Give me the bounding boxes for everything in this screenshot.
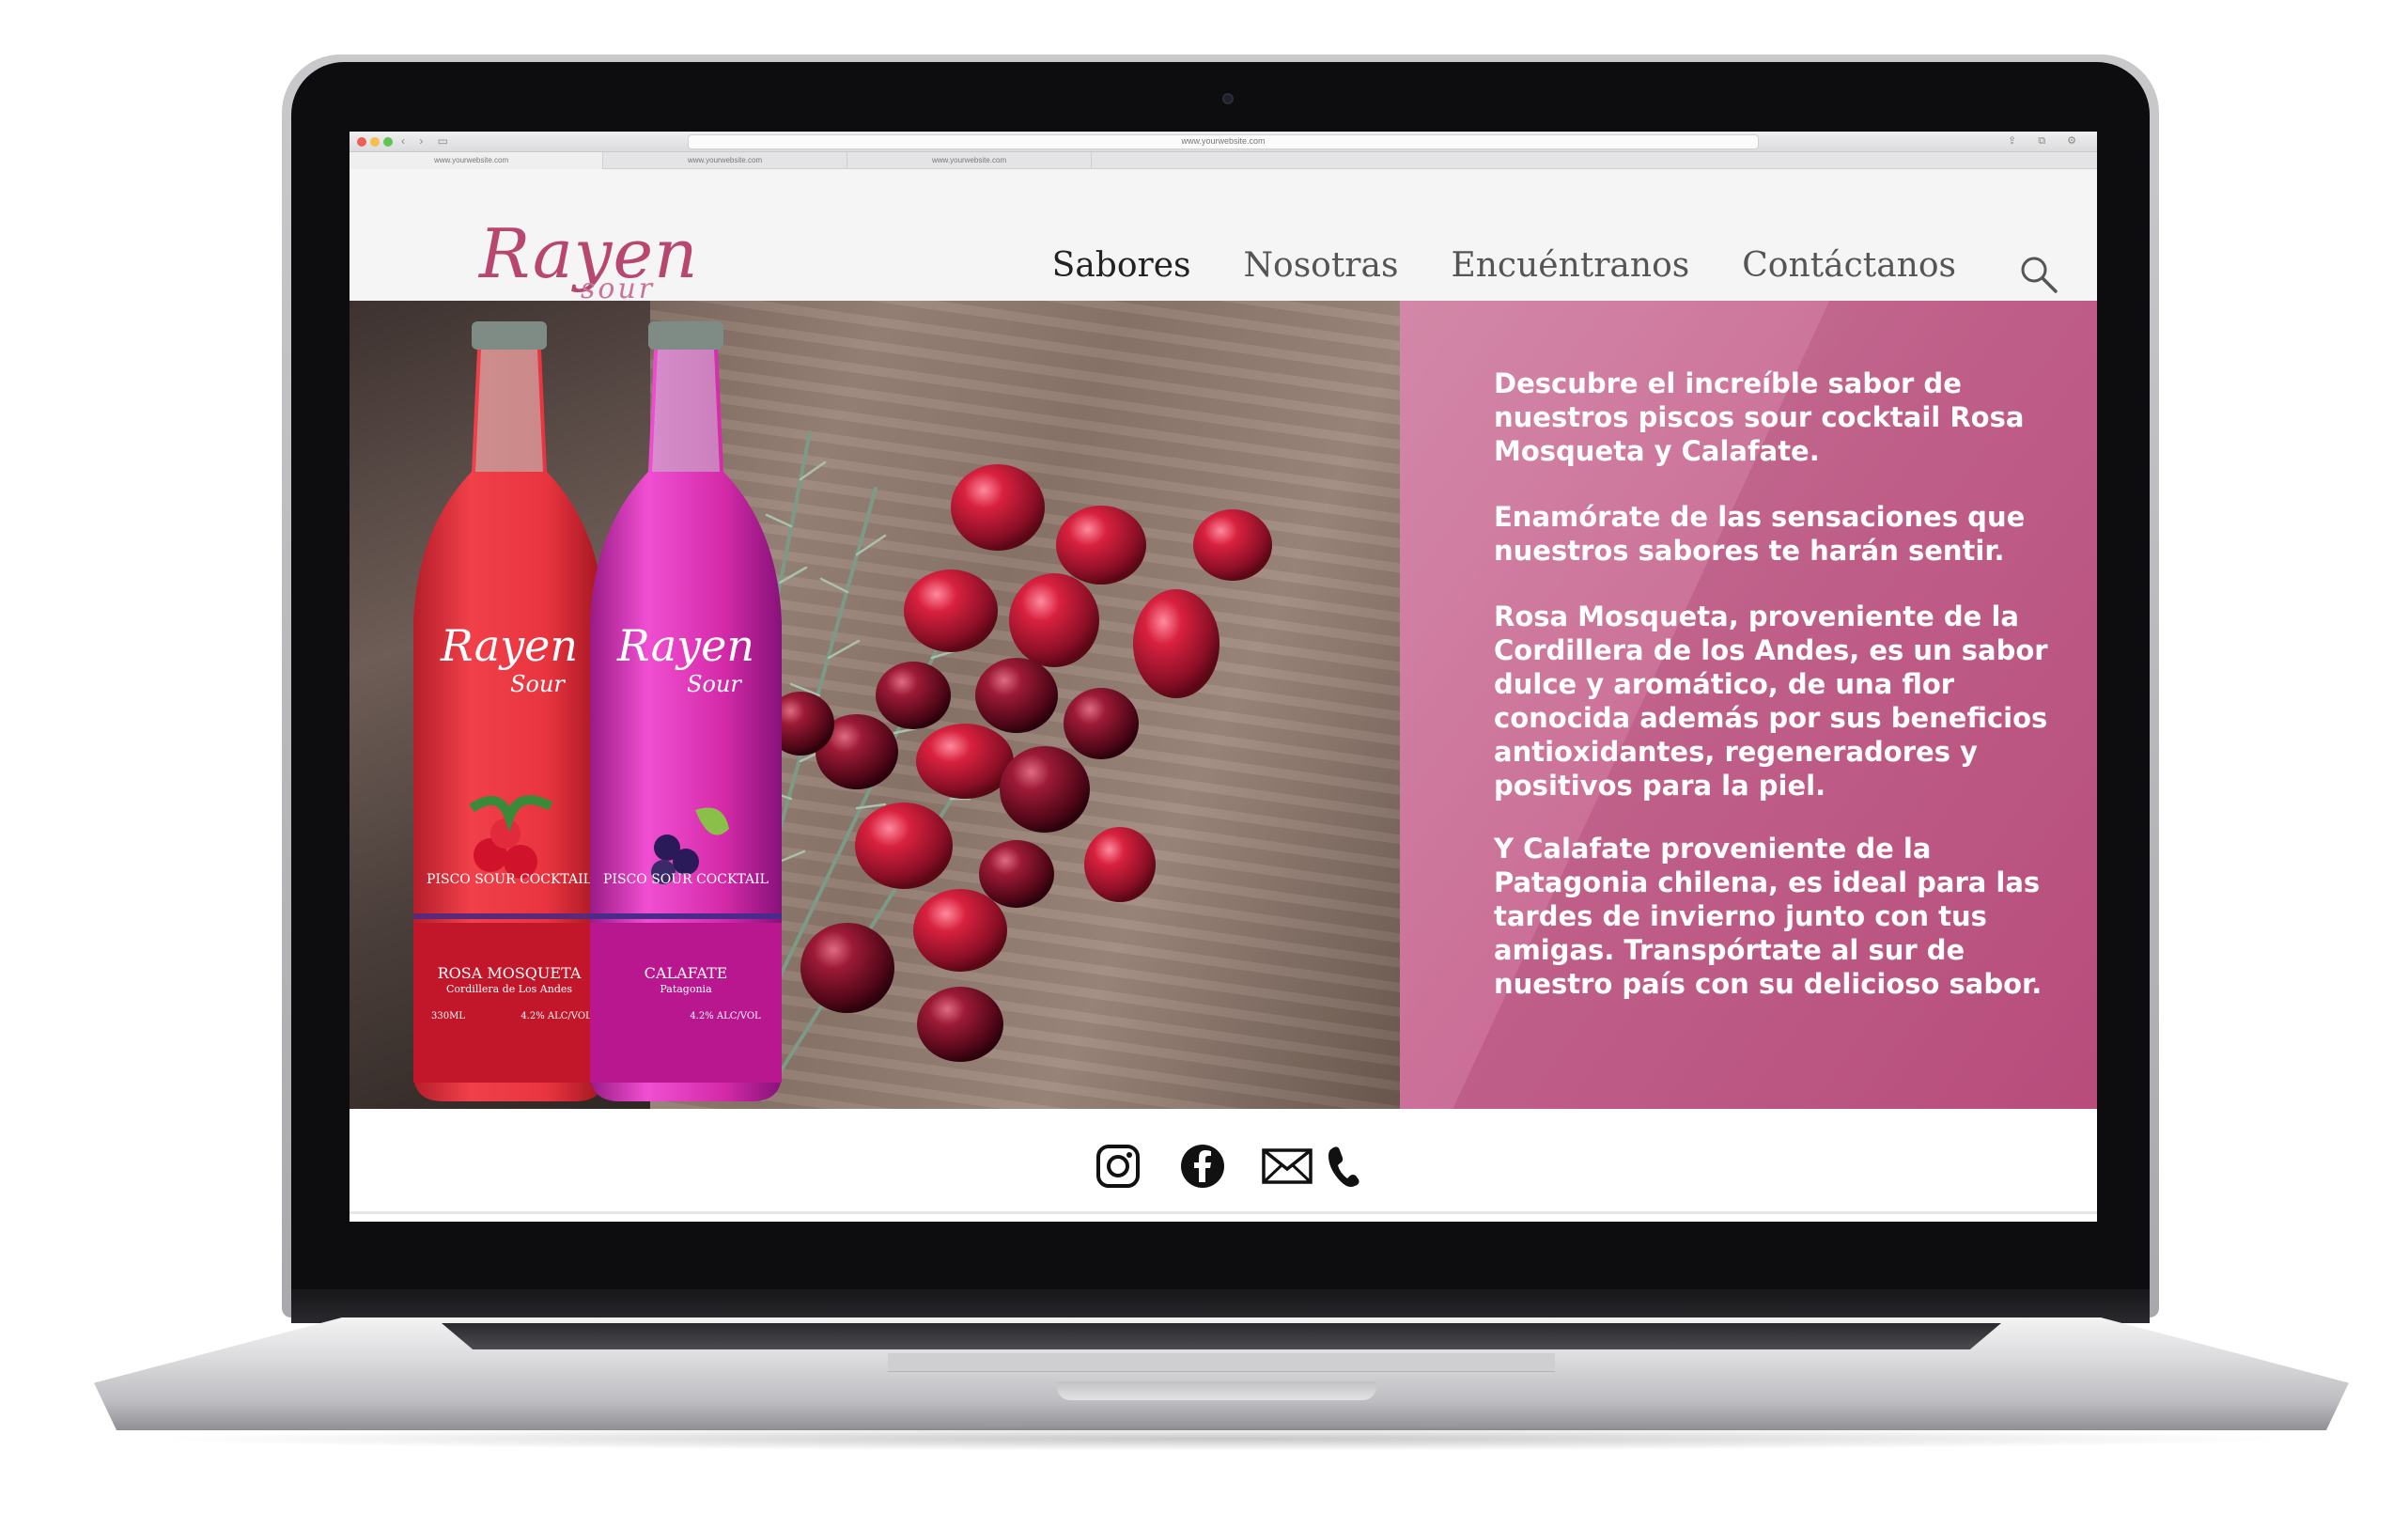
mail-icon[interactable] — [1261, 1143, 1313, 1190]
cranberries-image — [767, 464, 1272, 1062]
hero-paragraph: Enamórate de las sensaciones que nuestro… — [1494, 501, 2026, 567]
close-window-button[interactable] — [357, 137, 366, 147]
back-forward-icons[interactable]: ‹ › ▭ — [401, 134, 454, 148]
site-footer — [350, 1109, 2097, 1214]
hero-photo: Rayen Sour PISCO SOUR COCKTAIL ROSA MOSQ… — [350, 301, 1400, 1109]
tab-strip: www.yourwebsite.com www.yourwebsite.com … — [350, 152, 2097, 169]
hero-paragraph: Rosa Mosqueta, proveniente de la Cordill… — [1494, 600, 2048, 802]
hero-paragraph: Descubre el increíble sabor de nuestros … — [1494, 367, 2025, 467]
keyboard-well — [442, 1323, 2001, 1349]
bottle-sub: Sour — [687, 671, 741, 697]
bottle-abv: 4.2% ALC/VOL — [690, 1011, 761, 1021]
main-nav: Sabores Nosotras Encuéntranos Contáctano… — [1052, 246, 1956, 285]
trackpad-edge — [888, 1353, 1555, 1372]
laptop-screen: ‹ › ▭ www.yourwebsite.com ⇪ ⧉ ⚙ www.your… — [350, 132, 2097, 1222]
bottle-volume: 330ML — [431, 1011, 465, 1021]
hero-paragraph: Y Calafate proveniente de la Patagonia c… — [1494, 833, 2043, 1000]
camera-icon — [1222, 93, 1234, 104]
search-icon[interactable] — [2018, 254, 2059, 295]
laptop-shadow — [141, 1427, 2302, 1451]
bottle-brand: Rayen — [617, 620, 754, 671]
browser-toolbar: ‹ › ▭ www.yourwebsite.com ⇪ ⧉ ⚙ — [350, 132, 2097, 152]
nav-item-encuentranos[interactable]: Encuéntranos — [1451, 246, 1689, 285]
bottle-origin: Patagonia — [660, 983, 712, 995]
facebook-icon[interactable] — [1179, 1143, 1226, 1190]
bottle-flavor: CALAFATE — [644, 964, 728, 982]
url-bar[interactable]: www.yourwebsite.com — [688, 134, 1759, 149]
brand-logo[interactable]: Rayen sour — [479, 214, 697, 308]
site-header: Rayen sour Sabores Nosotras Encuéntranos… — [350, 169, 2097, 305]
browser-tab[interactable]: www.yourwebsite.com — [603, 152, 847, 169]
instagram-icon[interactable] — [1095, 1143, 1142, 1190]
phone-icon[interactable] — [1327, 1143, 1360, 1190]
nav-item-nosotras[interactable]: Nosotras — [1244, 246, 1399, 285]
nav-item-sabores[interactable]: Sabores — [1052, 246, 1191, 285]
browser-tab[interactable]: www.yourwebsite.com — [847, 152, 1092, 169]
minimize-window-button[interactable] — [370, 137, 380, 147]
bottle-type: PISCO SOUR COCKTAIL — [603, 872, 769, 887]
url-text: www.yourwebsite.com — [1181, 136, 1266, 146]
hero-text-panel: Descubre el increíble sabor de nuestros … — [1400, 301, 2097, 1109]
zoom-window-button[interactable] — [383, 137, 393, 147]
nav-item-contactanos[interactable]: Contáctanos — [1742, 246, 1956, 285]
browser-tab[interactable]: www.yourwebsite.com — [350, 152, 603, 169]
lid-notch — [1057, 1381, 1376, 1400]
hero-section: Rayen Sour PISCO SOUR COCKTAIL ROSA MOSQ… — [350, 301, 2097, 1109]
share-icon[interactable]: ⇪ ⧉ ⚙ — [2008, 134, 2086, 148]
